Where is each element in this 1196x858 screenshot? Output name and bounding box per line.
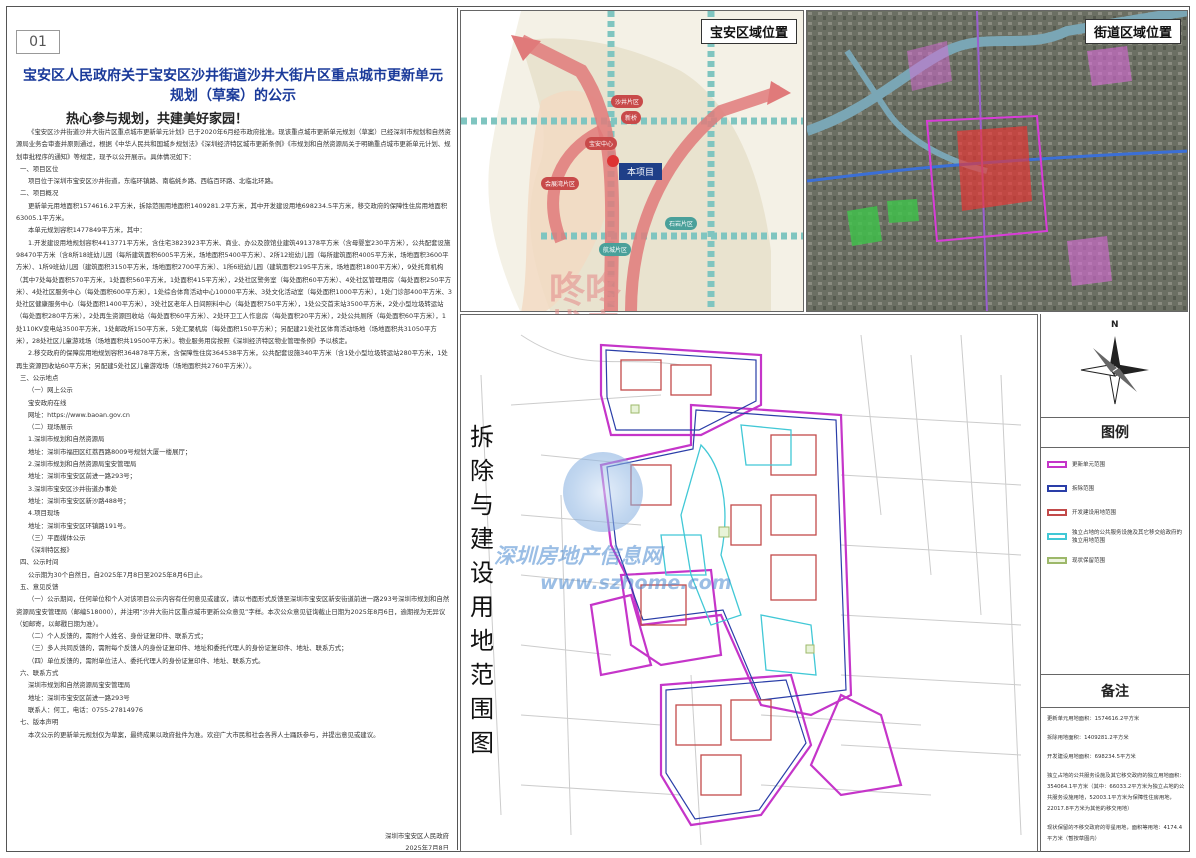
map-label-shiyan: 石岩片区 xyxy=(665,217,698,230)
notice-paragraph: （一）公示期间，任何单位和个人对该项目公示内容有任何意见或建议，请以书面形式反馈… xyxy=(16,595,450,628)
legend-item: 独立占地的公共服务设施及其它移交给政府的独立用地范围 xyxy=(1047,526,1187,546)
page-number: 01 xyxy=(16,30,60,54)
notice-paragraph: 公示期为30个自然日，自2025年7月8日至2025年8月6日止。 xyxy=(28,570,207,579)
notice-title-line1: 宝安区人民政府关于宝安区沙井街道沙井大街片区重点城市更新单元 xyxy=(23,68,443,84)
notice-column: 01 宝安区人民政府关于宝安区沙井街道沙井大街片区重点城市更新单元 规划（草案）… xyxy=(8,8,458,850)
legend-item: 现状保留范围 xyxy=(1047,550,1187,570)
legend-swatch xyxy=(1047,460,1067,468)
note-line: 拆除用地面积：1409281.2平方米 xyxy=(1047,735,1129,741)
north-label: N xyxy=(1111,320,1119,330)
notice-paragraph: 1.深圳市规划和自然资源局 xyxy=(28,435,105,444)
notice-paragraph: 《宝安区沙井街道沙井大街片区重点城市更新单元计划》已于2020年6月经市政府批准… xyxy=(16,128,451,161)
project-label: 本项目 xyxy=(619,163,663,180)
map-label-baoan-center: 宝安中心 xyxy=(585,137,618,150)
watermark-site-url: www.szhome.com xyxy=(540,572,732,594)
signature-block: 深圳市宝安区人民政府 2025年7月8日 xyxy=(385,830,449,850)
notice-paragraph: 联系人：何工，电话：0755-27814976 xyxy=(28,705,144,714)
notice-paragraph: 地址：深圳市宝安区前进一路293号 xyxy=(28,693,130,702)
legend-item: 更新单元范围 xyxy=(1047,454,1187,474)
note-line: 开发建设用地面积：698234.5平方米 xyxy=(1047,754,1136,760)
notice-date: 2025年7月8日 xyxy=(405,844,449,850)
notice-paragraph: 本次公示的更新单元规划仅为草案，最终成果以政府批件为准。欢迎广大市民和社会各界人… xyxy=(28,730,380,739)
notice-paragraph: 宝安政府在线 xyxy=(28,398,67,407)
notice-paragraph: 地址：深圳市宝安区前进一路293号； xyxy=(28,472,137,481)
legend-swatch xyxy=(1047,532,1067,540)
note-line: 更新单元用地面积：1574616.2平方米 xyxy=(1047,716,1140,722)
notice-paragraph: 更新单元用地面积1574616.2平方米，拆除范围用地面积1409281.2平方… xyxy=(16,201,448,223)
legend-swatch xyxy=(1047,484,1067,492)
aerial-map-svg xyxy=(807,11,1187,311)
legend-column: N 图例 更新单元范围 拆除范围开发建设用地范围独立占地的公共服务设施及其它移交给… xyxy=(1040,314,1189,853)
notice-paragraph: 2.移交政府的保障房用地规划容积364878平方米，含保障性住房364538平方… xyxy=(16,349,448,370)
baoan-location-map: 宝安区域位置 本项目 沙井片区 宝安中心 石岩片区 航城片区 会展湾片区 新桥 xyxy=(460,10,804,312)
street-map-title: 街道区域位置 xyxy=(1084,19,1181,44)
slogan: 热心参与规划，共建美好家园！ xyxy=(66,112,249,127)
map-label-hangcheng: 航城片区 xyxy=(599,243,632,256)
notice-paragraph: 4.项目现场 xyxy=(28,509,60,518)
project-marker-icon xyxy=(607,155,619,167)
notice-title-line2: 规划（草案）的公示 xyxy=(170,88,296,104)
legend-swatch xyxy=(1047,556,1067,564)
legend-items: 更新单元范围 拆除范围开发建设用地范围独立占地的公共服务设施及其它移交给政府的独立… xyxy=(1047,454,1187,574)
signature: 深圳市宝安区人民政府 xyxy=(385,832,449,840)
notice-paragraph: 地址：深圳市福田区红荔西路8009号规划大厦一楼展厅； xyxy=(28,447,192,456)
notice-paragraph: 地址：深圳市宝安区环镇路191号。 xyxy=(28,521,130,530)
legend-swatch xyxy=(1047,508,1067,516)
notice-paragraph: 网址：https://www.baoan.gov.cn xyxy=(28,410,130,419)
notice-paragraph: 一、项目区位 xyxy=(20,164,59,173)
notice-paragraph: 1.开发建设用地规划容积4413771平方米，含住宅3823923平方米、商业、… xyxy=(16,238,452,346)
notice-paragraph: 项目位于深圳市宝安区沙井街道，东临环镇路、南临蚝乡路、西临百环路、北临北环路。 xyxy=(28,177,278,186)
notice-paragraph: 3.深圳市宝安区沙井街道办事处 xyxy=(28,484,118,493)
map-label-shajing: 沙井片区 xyxy=(611,95,644,108)
legend-label: 开发建设用地范围 xyxy=(1072,510,1117,516)
notice-paragraph: 地址：深圳市宝安区新沙路488号； xyxy=(28,496,130,505)
notice-paragraph: 2.深圳市规划和自然资源局宝安管理局 xyxy=(28,460,137,469)
baoan-map-svg xyxy=(461,11,803,311)
notice-paragraph: 五、意见反馈 xyxy=(20,582,59,591)
notice-paragraph: （二）现场展示 xyxy=(28,423,73,432)
notice-paragraph: 深圳市规划和自然资源局宝安管理局 xyxy=(28,681,131,690)
notice-paragraph: 三、公示地点 xyxy=(20,373,59,382)
notice-paragraph: （三）多人共同反馈的，需附每个反馈人的身份证复印件、地址和委托代理人的身份证复印… xyxy=(28,644,348,653)
notice-paragraph: 七、版本声明 xyxy=(20,718,59,727)
legend-item: 拆除范围 xyxy=(1047,478,1187,498)
notice-paragraph: 《深圳特区报》 xyxy=(28,546,73,555)
map-label-xinqiao: 新桥 xyxy=(621,111,642,124)
compass: N xyxy=(1041,314,1189,418)
map-label-expo: 会展湾片区 xyxy=(541,177,580,190)
watermark-globe-icon xyxy=(563,452,643,532)
legend-title: 图例 xyxy=(1041,418,1189,448)
notice-paragraph: （一）网上公示 xyxy=(28,386,73,395)
note-line: 现状保留的不移交政府的零星用地，面积等用地：4174.4平方米（暂按草图内） xyxy=(1047,825,1183,842)
main-map-vertical-title: 拆除与建设用地范围图 xyxy=(470,423,494,757)
legend-item: 开发建设用地范围 xyxy=(1047,502,1187,522)
street-location-map: 街道区域位置 xyxy=(806,10,1188,312)
notice-paragraph: （三）平面媒体公示 xyxy=(28,533,86,542)
notice-paragraph: （四）单位反馈的，需附单位法人、委托代理人的身份证复印件、地址、联系方式。 xyxy=(28,656,265,665)
notice-paragraph: 四、公示时间 xyxy=(20,558,59,567)
legend-label: 现状保留范围 xyxy=(1072,558,1106,564)
legend-label: 拆除范围 xyxy=(1072,486,1095,492)
notice-paragraph: （二）个人反馈的，需附个人姓名、身份证复印件、联系方式； xyxy=(28,632,207,641)
note-line: 独立占地的公共服务设施及其它移交政府的独立用地面积：354064.1平方米（其中… xyxy=(1047,773,1185,812)
notice-paragraph: 本单元规划容积1477849平方米，其中： xyxy=(28,226,146,235)
legend-label: 独立占地的公共服务设施及其它移交给政府的独立用地范围 xyxy=(1072,530,1183,544)
watermark-site-name: 深圳房地产信息网 xyxy=(494,544,662,568)
notes-title: 备注 xyxy=(1041,674,1189,708)
notice-paragraph: 二、项目概况 xyxy=(20,189,59,198)
notice-body: 《宝安区沙井街道沙井大街片区重点城市更新单元计划》已于2020年6月经市政府批准… xyxy=(16,126,452,741)
notice-title: 宝安区人民政府关于宝安区沙井街道沙井大街片区重点城市更新单元 规划（草案）的公示 xyxy=(8,66,457,106)
legend-label: 更新单元范围 xyxy=(1072,462,1106,468)
notes-list: 更新单元用地面积：1574616.2平方米 拆除用地面积：1409281.2平方米… xyxy=(1047,714,1185,853)
baoan-map-title: 宝安区域位置 xyxy=(700,19,797,44)
notice-paragraph: 六、联系方式 xyxy=(20,669,59,678)
